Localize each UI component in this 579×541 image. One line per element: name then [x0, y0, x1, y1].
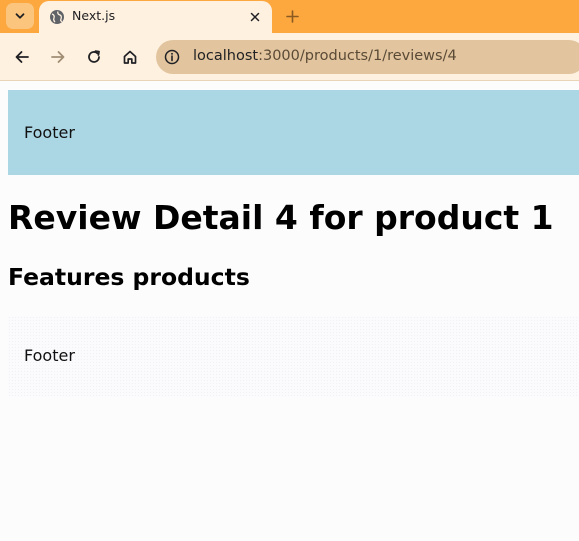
footer-bottom: Footer: [8, 316, 579, 397]
browser-toolbar: localhost:3000/products/1/reviews/4: [0, 33, 579, 81]
arrow-left-icon: [15, 51, 29, 63]
page-subtitle: Features products: [8, 263, 250, 291]
new-tab-button[interactable]: [281, 5, 303, 27]
close-icon: [250, 12, 260, 22]
url-text[interactable]: localhost:3000/products/1/reviews/4: [193, 48, 457, 64]
page-title: Review Detail 4 for product 1: [8, 198, 554, 237]
tab-search-button[interactable]: [6, 3, 34, 29]
globe-icon: [50, 10, 64, 24]
reload-button[interactable]: [82, 45, 106, 69]
browser-tab[interactable]: Next.js: [39, 1, 272, 33]
footer-top-text: Footer: [24, 123, 75, 142]
home-button[interactable]: [118, 45, 142, 69]
footer-top: Footer: [8, 90, 579, 175]
back-button[interactable]: [10, 45, 34, 69]
chevron-down-icon: [15, 13, 25, 19]
arrow-right-icon: [51, 51, 65, 63]
tab-title: Next.js: [72, 8, 116, 23]
page-viewport: Footer Review Detail 4 for product 1 Fea…: [0, 82, 579, 541]
url-host: localhost: [193, 48, 259, 64]
info-icon[interactable]: [164, 49, 180, 65]
tab-strip: Next.js: [0, 0, 579, 33]
forward-button[interactable]: [46, 45, 70, 69]
tab-close-button[interactable]: [245, 7, 265, 27]
home-icon: [123, 50, 137, 64]
reload-icon: [88, 50, 100, 63]
footer-bottom-text: Footer: [24, 346, 75, 365]
url-path: :3000/products/1/reviews/4: [258, 48, 457, 64]
address-bar[interactable]: localhost:3000/products/1/reviews/4: [156, 40, 579, 74]
plus-icon: [285, 9, 299, 23]
